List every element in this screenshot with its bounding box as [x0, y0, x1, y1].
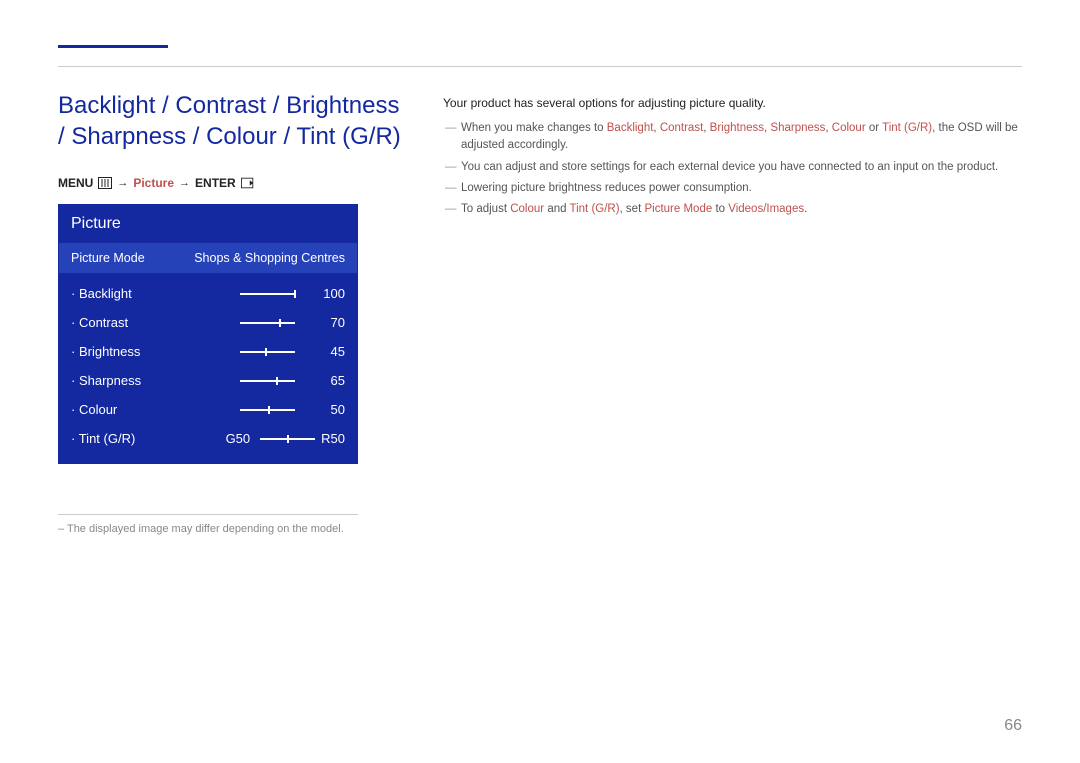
slider-track [240, 293, 295, 295]
accent-bar [58, 45, 168, 48]
note-text: , set [620, 203, 645, 215]
left-column: Backlight / Contrast / Brightness / Shar… [58, 90, 403, 535]
hl-term: Tint (G/R) [570, 203, 620, 215]
osd-value: 50 [315, 402, 345, 417]
tint-thumb [287, 435, 289, 443]
osd-label: Backlight [71, 286, 166, 301]
page-title: Backlight / Contrast / Brightness / Shar… [58, 90, 403, 152]
hl-term: Videos/Images [728, 203, 804, 215]
osd-slider: 70 [166, 315, 345, 330]
footnote-text: – The displayed image may differ dependi… [58, 523, 403, 535]
page-number: 66 [1004, 717, 1022, 735]
osd-row-sharpness: Sharpness 65 [59, 366, 357, 395]
note-text: and [544, 203, 569, 215]
slider-thumb [276, 377, 278, 385]
osd-label: Contrast [71, 315, 166, 330]
osd-slider: 50 [166, 402, 345, 417]
osd-value: 70 [315, 315, 345, 330]
menu-path: MENU → Picture → ENTER [58, 176, 403, 190]
arrow-icon: → [179, 177, 190, 189]
slider-thumb [294, 290, 296, 298]
nav-menu-label: MENU [58, 176, 93, 190]
slider-thumb [268, 406, 270, 414]
note-text: To adjust [461, 203, 510, 215]
slider-thumb [279, 319, 281, 327]
tint-g-value: G50 [226, 431, 251, 446]
hl-term: Picture Mode [644, 203, 712, 215]
footnote-rule [58, 514, 358, 515]
osd-mode-label: Picture Mode [71, 251, 145, 265]
tint-r-value: R50 [321, 431, 345, 446]
tint-track [260, 438, 315, 440]
hl-term: Contrast [660, 122, 703, 134]
hl-term: Sharpness [770, 122, 825, 134]
note-text: to [712, 203, 728, 215]
hl-term: Brightness [710, 122, 764, 134]
osd-header: Picture [59, 205, 357, 243]
note-item: When you make changes to Backlight, Cont… [443, 120, 1030, 155]
arrow-icon: → [117, 177, 128, 189]
osd-label: Colour [71, 402, 166, 417]
nav-enter-label: ENTER [195, 176, 236, 190]
enter-icon [241, 177, 255, 189]
note-text: . [804, 203, 807, 215]
hl-term: Tint (G/R) [882, 122, 932, 134]
manual-page: Backlight / Contrast / Brightness / Shar… [0, 0, 1080, 763]
note-item: Lowering picture brightness reduces powe… [443, 180, 1030, 197]
note-item: You can adjust and store settings for ea… [443, 159, 1030, 176]
osd-settings-list: Backlight 100 Contrast 70 [59, 273, 357, 463]
osd-mode-value: Shops & Shopping Centres [194, 251, 345, 265]
header-rule [58, 66, 1022, 67]
hl-term: Colour [832, 122, 866, 134]
osd-row-tint: Tint (G/R) G50 R50 [59, 424, 357, 453]
menu-icon [98, 177, 112, 189]
slider-thumb [265, 348, 267, 356]
osd-row-brightness: Brightness 45 [59, 337, 357, 366]
slider-track [240, 322, 295, 324]
osd-slider: 45 [166, 344, 345, 359]
intro-text: Your product has several options for adj… [443, 96, 1030, 110]
right-column: Your product has several options for adj… [443, 90, 1030, 535]
osd-value: 45 [315, 344, 345, 359]
osd-value: 65 [315, 373, 345, 388]
note-text: When you make changes to [461, 122, 607, 134]
osd-label: Sharpness [71, 373, 166, 388]
notes-list: When you make changes to Backlight, Cont… [443, 120, 1030, 218]
slider-track [240, 380, 295, 382]
osd-slider: 100 [166, 286, 345, 301]
sep: or [866, 122, 882, 134]
note-item: To adjust Colour and Tint (G/R), set Pic… [443, 201, 1030, 218]
osd-row-backlight: Backlight 100 [59, 279, 357, 308]
hl-term: Colour [510, 203, 544, 215]
osd-row-contrast: Contrast 70 [59, 308, 357, 337]
osd-picture-mode-row: Picture Mode Shops & Shopping Centres [59, 243, 357, 273]
osd-value: 100 [315, 286, 345, 301]
osd-label: Brightness [71, 344, 166, 359]
osd-tint-slider: G50 R50 [166, 431, 345, 446]
osd-row-colour: Colour 50 [59, 395, 357, 424]
osd-slider: 65 [166, 373, 345, 388]
content-columns: Backlight / Contrast / Brightness / Shar… [58, 90, 1030, 535]
slider-track [240, 351, 295, 353]
osd-preview: Picture Picture Mode Shops & Shopping Ce… [58, 204, 358, 464]
slider-track [240, 409, 295, 411]
hl-term: Backlight [607, 122, 654, 134]
nav-picture-label: Picture [133, 176, 174, 190]
osd-label: Tint (G/R) [71, 431, 166, 446]
